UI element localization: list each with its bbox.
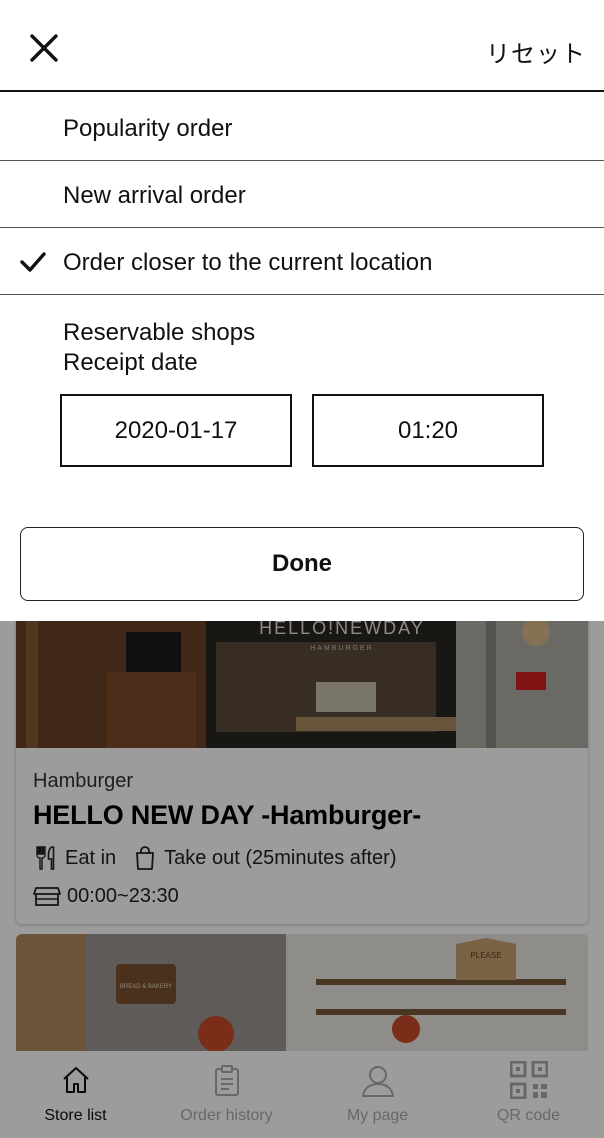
sort-option-label: New arrival order: [63, 182, 246, 209]
sort-filter-sheet: リセット Popularity order New arrival order …: [0, 0, 604, 621]
close-icon: [30, 34, 58, 62]
receipt-time-field[interactable]: 01:20: [312, 394, 544, 467]
receipt-date-label: Receipt date: [63, 349, 198, 376]
sort-option-label: Order closer to the current location: [63, 249, 433, 276]
close-button[interactable]: [26, 28, 62, 68]
checkmark-icon: [20, 252, 46, 272]
sort-option-closer-location[interactable]: Order closer to the current location: [0, 228, 604, 295]
reservable-shops-label: Reservable shops: [63, 319, 256, 346]
receipt-date-field[interactable]: 2020-01-17: [60, 394, 292, 467]
sheet-header: リセット: [0, 0, 604, 92]
done-button[interactable]: Done: [20, 527, 584, 601]
reset-button[interactable]: リセット: [486, 34, 586, 69]
reservable-shops-title: Reservable shops Receipt date: [63, 318, 255, 378]
sort-option-label: Popularity order: [63, 115, 233, 142]
sort-option-popularity[interactable]: Popularity order: [0, 94, 604, 161]
sort-option-new-arrival[interactable]: New arrival order: [0, 161, 604, 228]
